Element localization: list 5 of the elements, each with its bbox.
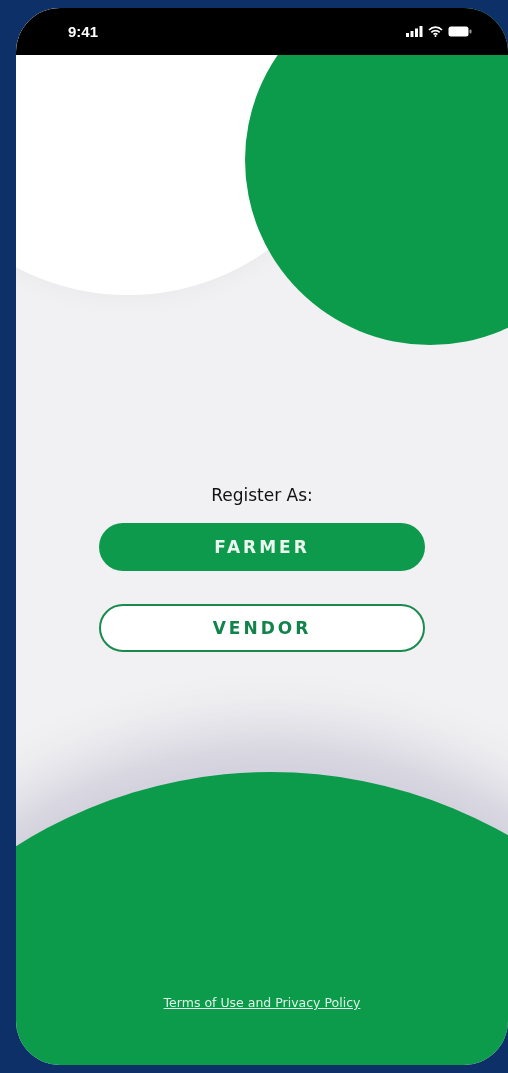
register-prompt: Register As: <box>211 485 313 505</box>
status-time: 9:41 <box>68 23 99 40</box>
filled-button[interactable]: FARMER <box>99 523 425 571</box>
outlined-button[interactable]: VENDOR <box>99 604 425 652</box>
terms-link[interactable]: Terms of Use and Privacy Policy <box>163 995 361 1010</box>
